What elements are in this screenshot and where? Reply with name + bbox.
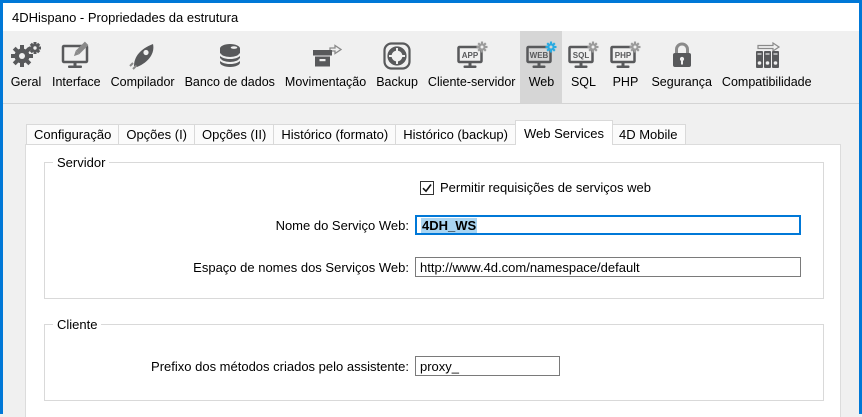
toolbar-item-label: Web [529, 75, 554, 89]
selected-text: 4DH_WS [421, 218, 477, 233]
toolbar-item-label: SQL [571, 75, 596, 89]
web-service-name-input[interactable]: 4DH_WS [415, 215, 801, 235]
toolbar-item-label: Compilador [111, 75, 175, 89]
client-group-label: Cliente [53, 317, 101, 332]
database-icon [214, 40, 246, 72]
allow-web-service-requests-row: Permitir requisições de serviços web [420, 180, 651, 195]
toolbar-item-cliente-servidor[interactable]: APP Cliente-servidor [423, 31, 521, 103]
window-title: 4DHispano - Propriedades da estrutura [12, 10, 238, 25]
monitor-sql-gear-icon: SQL [567, 40, 599, 72]
archive-arrow-icon [310, 40, 342, 72]
svg-text:WEB: WEB [530, 51, 549, 60]
toolbar-item-php[interactable]: PHP PHP [604, 31, 646, 103]
toolbar-item-banco-de-dados[interactable]: Banco de dados [180, 31, 280, 103]
web-service-name-label: Nome do Serviço Web: [45, 218, 415, 233]
svg-text:APP: APP [461, 51, 478, 60]
toolbar-item-label: PHP [613, 75, 639, 89]
toolbar-item-compilador[interactable]: Compilador [106, 31, 180, 103]
binders-arrow-icon [751, 40, 783, 72]
tab-configuracao[interactable]: Configuração [26, 124, 119, 145]
proxy-prefix-input[interactable] [415, 356, 560, 376]
monitor-pencil-icon [60, 40, 92, 72]
allow-web-service-requests-label: Permitir requisições de serviços web [440, 180, 651, 195]
svg-text:PHP: PHP [615, 51, 632, 60]
structure-properties-window: 4DHispano - Propriedades da estrutura Ge… [0, 0, 862, 414]
tab-strip: Configuração Opções (I) Opções (II) Hist… [26, 120, 686, 145]
tab-opcoes-2[interactable]: Opções (II) [195, 124, 274, 145]
toolbar-item-label: Movimentação [285, 75, 366, 89]
web-service-namespace-row: Espaço de nomes dos Serviços Web: [45, 257, 823, 277]
toolbar-item-label: Cliente-servidor [428, 75, 516, 89]
toolbar-item-interface[interactable]: Interface [47, 31, 106, 103]
proxy-prefix-row: Prefixo dos métodos criados pelo assiste… [45, 356, 823, 376]
tab-historico-formato[interactable]: Histórico (formato) [274, 124, 396, 145]
client-group-box: Cliente Prefixo dos métodos criados pelo… [44, 324, 824, 401]
allow-web-service-requests-checkbox[interactable] [420, 181, 434, 195]
toolbar-item-web[interactable]: WEB Web [520, 31, 562, 103]
toolbar-item-label: Backup [376, 75, 418, 89]
server-group-label: Servidor [53, 155, 109, 170]
toolbar-item-compatibilidade[interactable]: Compatibilidade [717, 31, 817, 103]
toolbar-item-label: Segurança [651, 75, 711, 89]
toolbar-item-movimentacao[interactable]: Movimentação [280, 31, 371, 103]
toolbar-item-sql[interactable]: SQL SQL [562, 31, 604, 103]
gears-icon [10, 40, 42, 72]
padlock-icon [666, 40, 698, 72]
tab-4d-mobile[interactable]: 4D Mobile [612, 124, 686, 145]
life-ring-icon [381, 40, 413, 72]
monitor-web-gear-icon: WEB [525, 40, 557, 72]
toolbar: Geral Interface Compilador [3, 31, 859, 104]
server-group-box: Servidor Permitir requisições de serviço… [44, 162, 824, 299]
web-service-namespace-label: Espaço de nomes dos Serviços Web: [45, 260, 415, 275]
toolbar-item-label: Compatibilidade [722, 75, 812, 89]
toolbar-item-label: Geral [11, 75, 42, 89]
web-services-tab-panel: Servidor Permitir requisições de serviço… [25, 144, 841, 417]
toolbar-item-backup[interactable]: Backup [371, 31, 423, 103]
web-service-name-row: Nome do Serviço Web: 4DH_WS [45, 215, 823, 235]
tab-historico-backup[interactable]: Histórico (backup) [396, 124, 516, 145]
tab-opcoes-1[interactable]: Opções (I) [119, 124, 195, 145]
toolbar-item-label: Interface [52, 75, 101, 89]
tab-web-services[interactable]: Web Services [515, 120, 613, 145]
toolbar-item-geral[interactable]: Geral [5, 31, 47, 103]
rocket-icon [127, 40, 159, 72]
monitor-php-gear-icon: PHP [609, 40, 641, 72]
web-service-namespace-input[interactable] [415, 257, 801, 277]
svg-text:SQL: SQL [573, 51, 590, 60]
title-bar[interactable]: 4DHispano - Propriedades da estrutura [3, 3, 859, 31]
proxy-prefix-label: Prefixo dos métodos criados pelo assiste… [45, 359, 415, 374]
toolbar-item-label: Banco de dados [185, 75, 275, 89]
toolbar-item-seguranca[interactable]: Segurança [646, 31, 716, 103]
monitor-app-gear-icon: APP [456, 40, 488, 72]
